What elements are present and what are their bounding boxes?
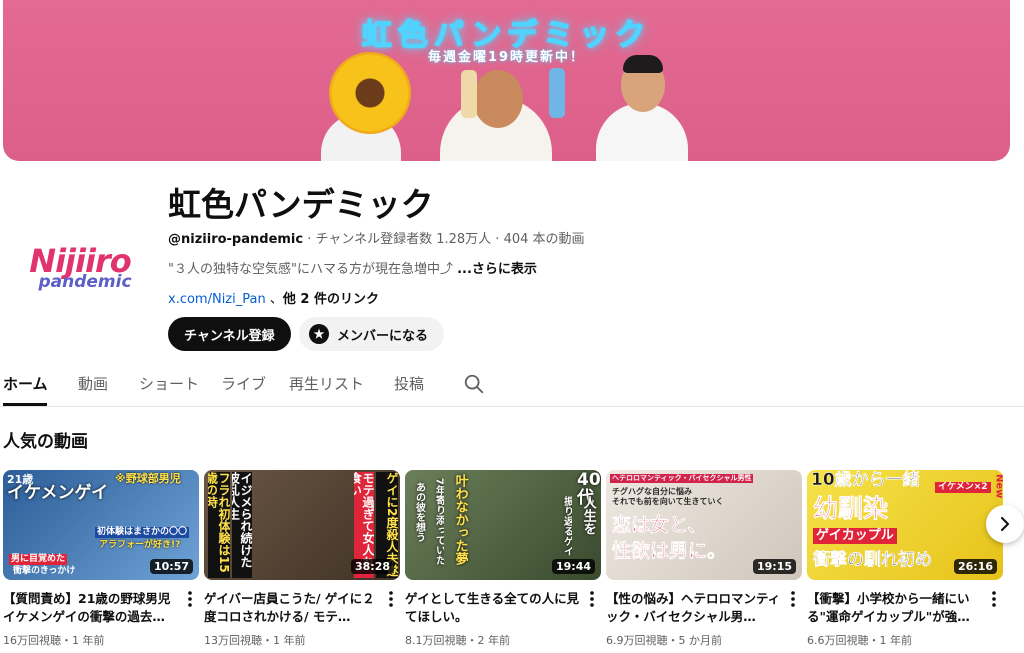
tab-home[interactable]: ホーム: [3, 373, 48, 394]
video-title[interactable]: 【性の悩み】ヘテロロマンティック・バイセクシャル男…: [606, 590, 784, 626]
thumb-text: New: [993, 474, 1004, 499]
thumb-text: 叶わなかった夢: [452, 474, 468, 565]
video-card[interactable]: 叶わなかった夢 7年寄り添っていた あの彼を想う 40代 人生を 振り返るゲイ …: [405, 470, 601, 648]
join-member-button[interactable]: ★ メンバーになる: [299, 317, 445, 351]
thumb-text: イジメられ続けた波乱人生: [232, 472, 252, 578]
thumb-text: 10歳から一緒: [811, 470, 920, 490]
video-meta: 6.9万回視聴・5 か月前: [606, 634, 722, 647]
video-thumbnail[interactable]: ヘテロロマンティック・バイセクシャル男性 チグハグな自分に悩み それでも前を向い…: [606, 470, 802, 580]
bottle-left: [461, 70, 477, 118]
channel-meta: @niziiro-pandemic · チャンネル登録者数 1.28万人 · 4…: [168, 228, 585, 247]
subscribe-button[interactable]: チャンネル登録: [168, 317, 291, 351]
more-vert-icon[interactable]: [589, 590, 595, 608]
channel-avatar[interactable]: Nijiiro pandemic: [10, 198, 150, 338]
thumb-text: 衝撃のきっかけ: [13, 566, 76, 576]
video-thumbnail[interactable]: 21歳 イケメンゲイ ※野球部男児 初体験はまさかの〇〇 アラフォーが好き!? …: [3, 470, 199, 580]
more-vert-icon[interactable]: [388, 590, 394, 608]
video-duration: 26:16: [953, 559, 997, 574]
video-meta: 8.1万回視聴・2 年前: [405, 634, 510, 647]
thumb-text: ※野球部男児: [115, 472, 181, 485]
channel-links: x.com/Nizi_Pan 、他 2 件のリンク: [168, 288, 379, 307]
more-vert-icon[interactable]: [187, 590, 193, 608]
video-meta: 6.6万回視聴・1 年前: [807, 634, 912, 647]
video-duration: 38:28: [350, 559, 394, 574]
chevron-right-icon: [1001, 517, 1009, 531]
video-thumbnail[interactable]: 叶わなかった夢 7年寄り添っていた あの彼を想う 40代 人生を 振り返るゲイ …: [405, 470, 601, 580]
video-meta: 16万回視聴・1 年前: [3, 634, 105, 647]
video-duration: 19:44: [551, 559, 595, 574]
other-links[interactable]: 他 2 件のリンク: [283, 292, 379, 307]
tab-posts[interactable]: 投稿: [394, 373, 424, 394]
thumb-text: 幼馴染: [813, 494, 889, 523]
video-card[interactable]: フラれ初体験は15歳の時 イジメられ続けた波乱人生 モテ過ぎて女人れ食い ゲイに…: [204, 470, 400, 648]
section-title-popular: 人気の動画: [3, 432, 88, 452]
thumb-text: 7年寄り添っていた: [433, 478, 444, 565]
video-title[interactable]: 【質問責め】21歳の野球男児イケメンゲイの衝撃の過去…: [3, 590, 181, 626]
carousel-next-button[interactable]: [986, 505, 1024, 543]
thumb-text: アラフォーが好き!?: [99, 540, 181, 550]
thumb-text: 初体験はまさかの〇〇: [95, 527, 190, 539]
channel-tabs: ホーム 動画 ショート ライブ 再生リスト 投稿: [0, 365, 1024, 407]
banner-subtitle: 毎週金曜19時更新中！: [427, 50, 586, 65]
video-duration: 19:15: [752, 559, 796, 574]
star-badge-icon: ★: [309, 324, 329, 344]
more-vert-icon[interactable]: [991, 590, 997, 608]
more-vert-icon[interactable]: [790, 590, 796, 608]
show-more-link[interactable]: ...さらに表示: [457, 262, 537, 277]
tab-videos[interactable]: 動画: [78, 373, 108, 394]
channel-banner: 虹色パンデミック 毎週金曜19時更新中！: [3, 0, 1010, 161]
links-separator: 、: [265, 292, 283, 307]
logo-sub-text: pandemic: [38, 272, 132, 292]
banner-hair-right: [623, 55, 663, 73]
thumb-text: ヘテロロマンティック・バイセクシャル男性: [610, 474, 754, 484]
thumb-text: 人生を: [580, 496, 596, 535]
thumb-text: イケメン×2: [935, 482, 991, 494]
thumb-text: 性欲は男に。: [612, 540, 727, 562]
thumb-text: 振り返るゲイ: [561, 496, 572, 556]
video-title[interactable]: ゲイバー店員こうた/ ゲイに２度コロされかける/ モテ…: [204, 590, 382, 626]
search-icon[interactable]: [463, 373, 485, 395]
sunflower-mask: [329, 52, 411, 134]
thumb-text: 男に目覚めた: [9, 554, 68, 566]
bottle-right: [549, 68, 565, 118]
video-title[interactable]: 【衝撃】小学校から一緒にいる"運命ゲイカップル"が強…: [807, 590, 985, 626]
banner-face-center: [473, 70, 523, 128]
video-thumbnail[interactable]: フラれ初体験は15歳の時 イジメられ続けた波乱人生 モテ過ぎて女人れ食い ゲイに…: [204, 470, 400, 580]
video-card[interactable]: 10歳から一緒 幼馴染 ゲイカップル 衝撃の馴れ初め イケメン×2 New 26…: [807, 470, 1003, 648]
channel-description[interactable]: "３人の独特な空気感"にハマる方が現在急増中⤴︎ ...さらに表示: [168, 258, 537, 277]
thumb-text: あの彼を想う: [413, 482, 425, 542]
video-title[interactable]: ゲイとして生きる全ての人に見てほしい。: [405, 590, 583, 626]
video-card[interactable]: 21歳 イケメンゲイ ※野球部男児 初体験はまさかの〇〇 アラフォーが好き!? …: [3, 470, 199, 648]
video-card[interactable]: ヘテロロマンティック・バイセクシャル男性 チグハグな自分に悩み それでも前を向い…: [606, 470, 802, 648]
channel-stats: · チャンネル登録者数 1.28万人 · 404 本の動画: [303, 232, 585, 247]
thumb-text: それでも前を向いて生きていく: [612, 497, 724, 506]
thumb-text: ゲイカップル: [813, 528, 897, 544]
thumb-text: イケメンゲイ: [7, 483, 109, 503]
channel-handle: @niziiro-pandemic: [168, 232, 304, 247]
x-link[interactable]: x.com/Nizi_Pan: [168, 292, 266, 307]
description-text: "３人の独特な空気感"にハマる方が現在急増中⤴︎: [168, 262, 458, 277]
video-meta: 13万回視聴・1 年前: [204, 634, 306, 647]
tab-live[interactable]: ライブ: [221, 373, 266, 394]
join-member-label: メンバーになる: [337, 327, 429, 343]
thumb-text: 衝撃の馴れ初め: [813, 550, 932, 570]
tab-playlists[interactable]: 再生リスト: [289, 373, 364, 394]
tab-shorts[interactable]: ショート: [139, 373, 199, 394]
channel-name: 虹色パンデミック: [168, 185, 434, 224]
video-thumbnail[interactable]: 10歳から一緒 幼馴染 ゲイカップル 衝撃の馴れ初め イケメン×2 New 26…: [807, 470, 1003, 580]
thumb-text: 恋は女と、: [612, 514, 707, 536]
thumb-text: チグハグな自分に悩み: [612, 487, 692, 496]
video-duration: 10:57: [149, 559, 193, 574]
active-tab-indicator: [3, 403, 47, 406]
thumb-text: フラれ初体験は15歳の時: [208, 472, 230, 578]
